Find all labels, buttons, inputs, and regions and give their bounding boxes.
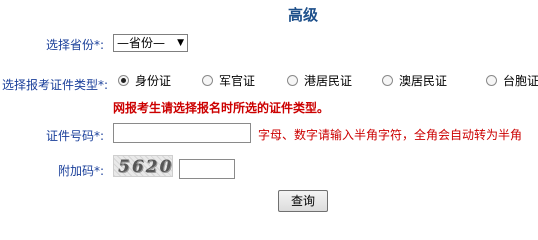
radio-macau-resident[interactable]: 澳居民证 (382, 72, 447, 89)
radio-unchecked-icon[interactable] (382, 75, 393, 86)
province-label: 选择省份*: (46, 36, 104, 53)
radio-hk-resident[interactable]: 港居民证 (287, 72, 352, 89)
cert-number-label: 证件号码*: (46, 127, 104, 144)
radio-label: 港居民证 (304, 74, 353, 88)
chevron-down-icon: ▼ (177, 38, 184, 48)
radio-taiwan-compatriot[interactable]: 台胞证 (486, 72, 538, 89)
captcha-input[interactable] (179, 159, 235, 179)
captcha-label-text: 附加码 (58, 164, 95, 178)
province-select-value: —省份— (117, 36, 166, 50)
radio-id-card[interactable]: 身份证 (118, 72, 171, 89)
province-label-text: 选择省份 (46, 38, 95, 52)
cert-type-notice: 网报考生请选择报名时所选的证件类型。 (113, 101, 330, 115)
radio-label: 身份证 (135, 74, 172, 88)
captcha-noise (114, 156, 172, 176)
radio-label: 军官证 (219, 74, 256, 88)
cert-type-label-text: 选择报考证件类型 (2, 78, 99, 92)
radio-unchecked-icon[interactable] (202, 75, 213, 86)
captcha-image[interactable]: 5620 (113, 155, 173, 177)
cert-number-input[interactable] (113, 123, 251, 143)
radio-unchecked-icon[interactable] (287, 75, 298, 86)
required-mark: *: (94, 38, 105, 52)
radio-label: 台胞证 (503, 74, 538, 88)
required-mark: *: (98, 78, 109, 92)
province-select[interactable]: —省份— ▼ (113, 34, 188, 52)
captcha-label: 附加码*: (58, 162, 104, 179)
required-mark: *: (94, 129, 105, 143)
radio-officer-card[interactable]: 军官证 (202, 72, 255, 89)
radio-checked-icon[interactable] (118, 75, 129, 86)
radio-label: 澳居民证 (399, 74, 448, 88)
cert-number-label-text: 证件号码 (46, 129, 95, 143)
cert-type-label: 选择报考证件类型*: (2, 76, 108, 93)
cert-number-hint: 字母、数字请输入半角字符，全角会自动转为半角 (258, 128, 523, 142)
required-mark: *: (94, 164, 105, 178)
page-title: 高级 (287, 6, 318, 24)
query-button[interactable]: 查询 (278, 190, 328, 212)
radio-unchecked-icon[interactable] (486, 75, 497, 86)
